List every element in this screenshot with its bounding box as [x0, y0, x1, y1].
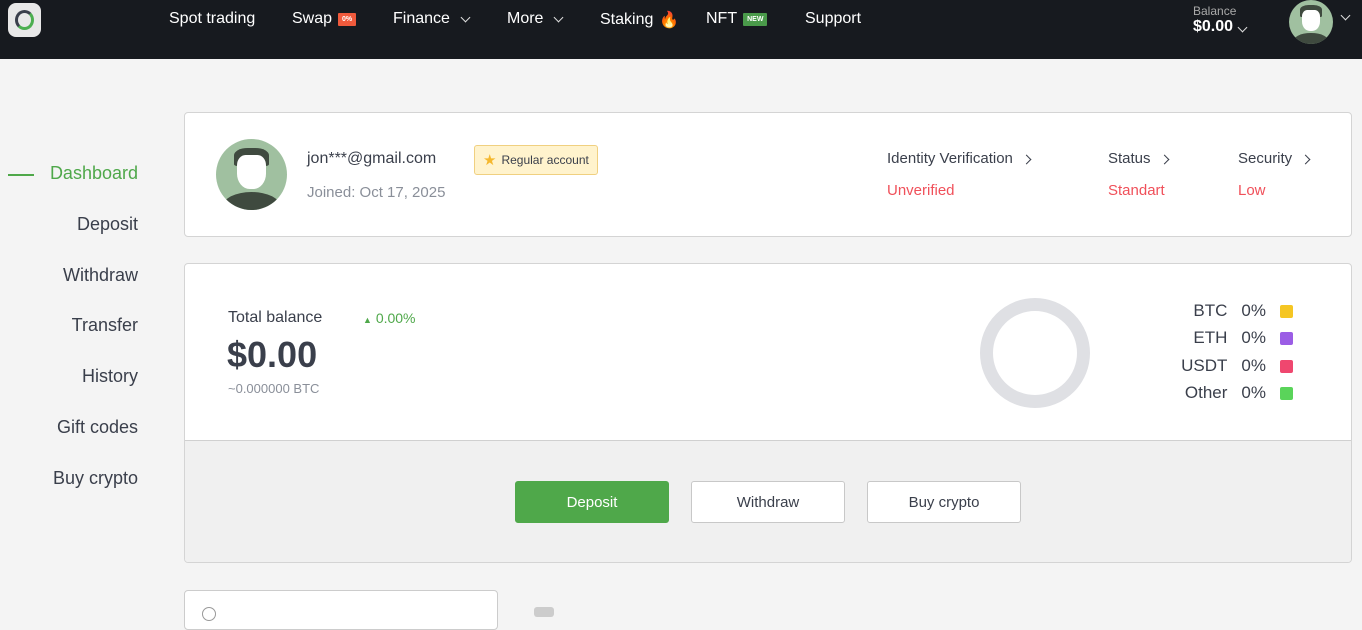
- user-email: jon***@gmail.com: [307, 150, 437, 167]
- legend-swatch: [1280, 359, 1293, 373]
- star-icon: ★: [483, 152, 497, 169]
- logo[interactable]: [8, 3, 41, 37]
- balance-btc: ~0.000000 BTC: [228, 381, 320, 396]
- legend-eth: ETH 0%: [1193, 328, 1293, 348]
- chevron-right-icon: [1300, 154, 1311, 165]
- deposit-button[interactable]: Deposit: [515, 481, 669, 523]
- sidebar-item-buy-crypto[interactable]: Buy crypto: [0, 468, 138, 489]
- legend-other: Other 0%: [1185, 383, 1293, 403]
- nav-staking[interactable]: Staking 🔥: [600, 10, 679, 30]
- legend-pct: 0%: [1241, 301, 1266, 320]
- security-link[interactable]: Security Low: [1238, 150, 1311, 199]
- stat-label: Security: [1238, 150, 1293, 167]
- profile-avatar: [216, 139, 287, 210]
- legend-usdt: USDT 0%: [1181, 356, 1293, 376]
- nav-spot-trading[interactable]: Spot trading: [169, 10, 255, 28]
- legend-name: Other: [1184, 383, 1228, 402]
- buy-crypto-button[interactable]: Buy crypto: [867, 481, 1021, 523]
- sidebar-item-withdraw[interactable]: Withdraw: [0, 265, 138, 286]
- joined-date: Joined: Oct 17, 2025: [307, 184, 446, 201]
- stat-value: Low: [1238, 182, 1266, 199]
- triangle-up-icon: ▲: [363, 315, 372, 325]
- identity-verification-link[interactable]: Identity Verification Unverified: [887, 150, 1032, 199]
- chevron-down-icon: [1237, 22, 1248, 33]
- chevron-right-icon: [1021, 154, 1032, 165]
- allocation-donut-chart: [980, 298, 1090, 408]
- total-balance-value: $0.00: [227, 334, 318, 375]
- chevron-down-icon: [460, 12, 471, 22]
- nav-label: Support: [805, 10, 862, 27]
- legend-btc: BTC 0%: [1193, 301, 1293, 321]
- nav-more[interactable]: More: [507, 10, 564, 28]
- swap-badge: 0%: [338, 12, 357, 26]
- chevron-right-icon: [1159, 154, 1169, 165]
- user-avatar-menu[interactable]: [1289, 0, 1333, 44]
- legend-swatch: [1280, 386, 1293, 400]
- withdraw-button[interactable]: Withdraw: [691, 481, 845, 523]
- stat-label: Status: [1108, 150, 1151, 167]
- checkbox[interactable]: [534, 607, 554, 617]
- sidebar-item-transfer[interactable]: Transfer: [0, 315, 138, 336]
- nav-label: NFT: [706, 10, 738, 27]
- chevron-down-icon[interactable]: [1340, 10, 1351, 21]
- search-icon: [202, 607, 216, 621]
- total-balance-label: Total balance: [228, 309, 323, 326]
- nav-label: More: [507, 10, 544, 27]
- top-navbar: Spot trading Swap 0% Finance More Staking…: [0, 0, 1362, 59]
- stat-value: Unverified: [887, 182, 955, 199]
- legend-pct: 0%: [1241, 356, 1266, 375]
- stat-label: Identity Verification: [887, 150, 1013, 167]
- balance-dropdown[interactable]: Balance $0.00: [1193, 4, 1248, 36]
- search-input[interactable]: [184, 590, 498, 630]
- nav-label: Finance: [393, 10, 450, 27]
- sidebar-item-gift-codes[interactable]: Gift codes: [0, 417, 138, 438]
- sidebar-item-deposit[interactable]: Deposit: [0, 214, 138, 235]
- legend-name: BTC: [1193, 301, 1228, 320]
- profile-card: jon***@gmail.com ★ Regular account Joined…: [184, 112, 1352, 237]
- sidebar-item-history[interactable]: History: [0, 366, 138, 387]
- nav-support[interactable]: Support: [805, 10, 861, 28]
- account-badge-label: Regular account: [501, 153, 589, 167]
- nft-badge: NEW: [743, 12, 768, 26]
- balance-change: 0.00%: [375, 310, 416, 326]
- status-link[interactable]: Status Standart: [1108, 150, 1169, 199]
- legend-name: USDT: [1181, 356, 1228, 375]
- legend-pct: 0%: [1241, 383, 1266, 402]
- account-badge: ★ Regular account: [474, 145, 598, 175]
- stat-value: Standart: [1108, 182, 1165, 199]
- nav-finance[interactable]: Finance: [393, 10, 471, 28]
- sidebar-item-dashboard[interactable]: Dashboard: [0, 163, 138, 184]
- nav-nft[interactable]: NFT NEW: [706, 10, 768, 28]
- nav-label: Spot trading: [169, 10, 256, 27]
- legend-swatch: [1280, 304, 1293, 318]
- fire-icon: 🔥: [659, 12, 680, 29]
- nav-swap[interactable]: Swap 0%: [292, 10, 357, 28]
- nav-label: Staking: [600, 11, 654, 28]
- legend-pct: 0%: [1241, 328, 1266, 347]
- legend-swatch: [1280, 331, 1293, 345]
- balance-label: Balance: [1193, 4, 1237, 18]
- chevron-down-icon: [554, 12, 564, 22]
- legend-name: ETH: [1193, 328, 1228, 347]
- nav-label: Swap: [292, 10, 333, 27]
- balance-value: $0.00: [1193, 18, 1234, 35]
